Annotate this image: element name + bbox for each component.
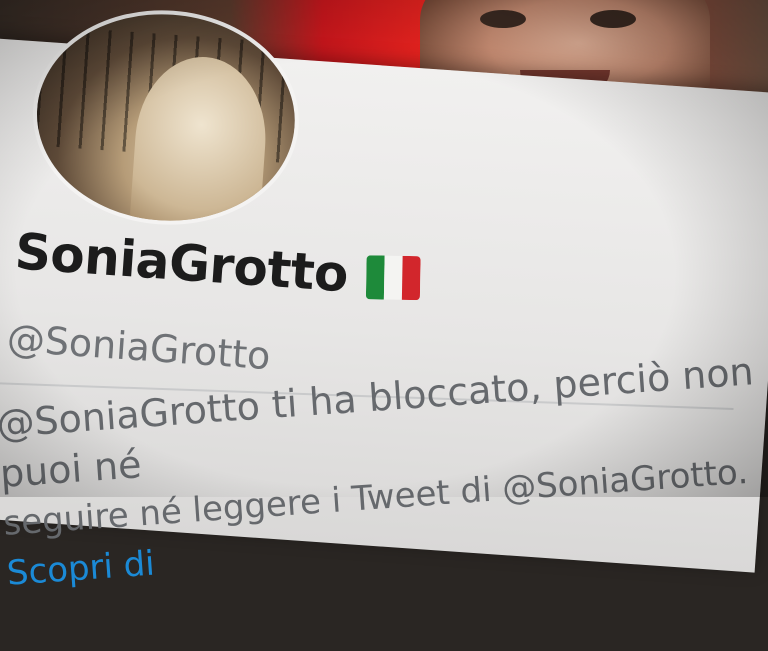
user-handle: @SoniaGrotto <box>5 315 272 379</box>
italy-flag-icon <box>365 255 421 301</box>
blocked-notice: @SoniaGrotto ti ha bloccato, perciò non … <box>0 346 767 599</box>
banner-photo-detail <box>590 10 636 28</box>
banner-photo-detail <box>480 10 526 28</box>
learn-more-link[interactable]: Scopri di <box>6 544 156 594</box>
display-name: SoniaGrotto <box>13 222 350 304</box>
profile-card: SoniaGrotto @SoniaGrotto @SoniaGrotto ti… <box>0 1 768 594</box>
name-row: SoniaGrotto <box>13 216 422 314</box>
